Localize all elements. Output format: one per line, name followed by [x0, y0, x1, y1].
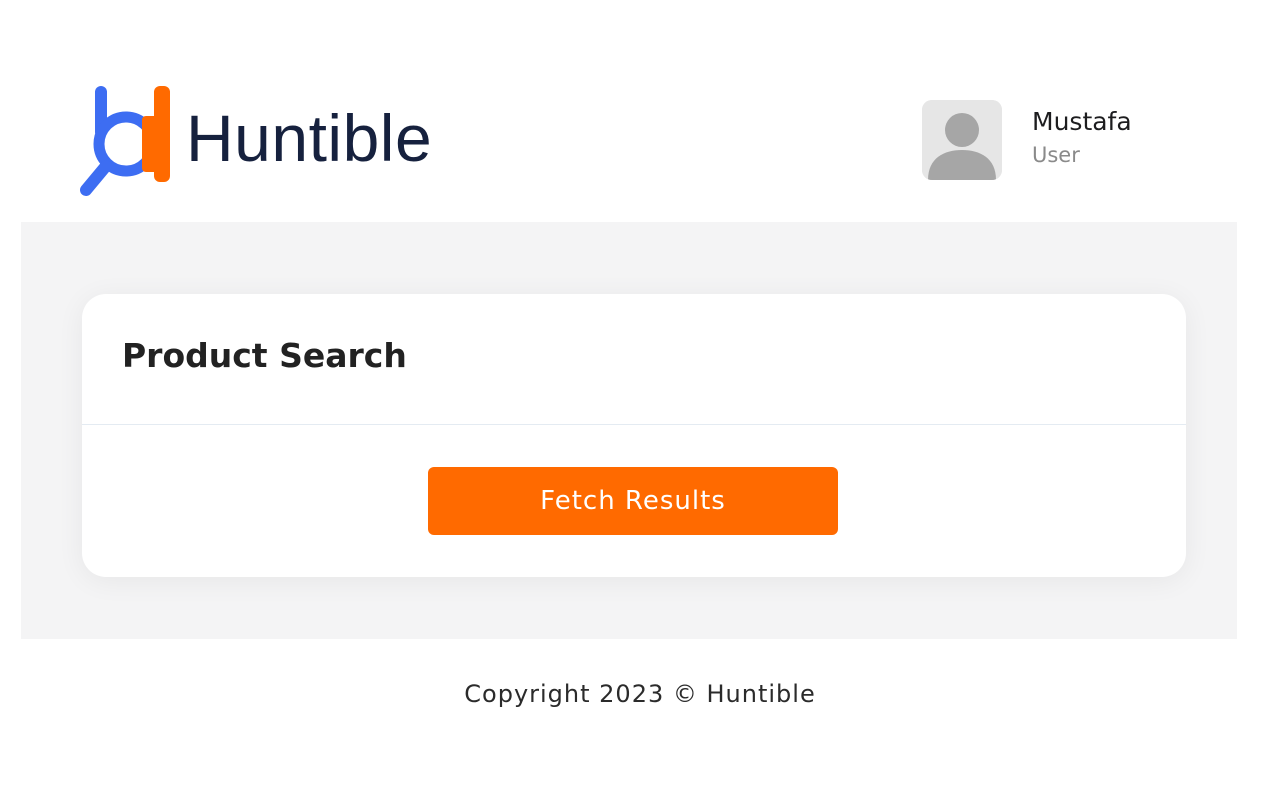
huntible-logo-icon	[80, 86, 170, 196]
divider	[82, 424, 1186, 425]
avatar[interactable]	[922, 100, 1002, 180]
header: Huntible Mustafa User	[0, 0, 1280, 222]
copyright-text: Copyright 2023 © Huntible	[464, 680, 816, 708]
user-avatar-icon	[922, 100, 1002, 180]
product-search-card: Product Search Fetch Results	[82, 294, 1186, 577]
logo-link[interactable]: Huntible	[80, 82, 460, 200]
fetch-results-button[interactable]: Fetch Results	[428, 467, 838, 535]
user-profile[interactable]: Mustafa User	[922, 100, 1182, 182]
main-content: Product Search Fetch Results	[21, 222, 1237, 639]
footer: Copyright 2023 © Huntible	[0, 672, 1280, 716]
card-title: Product Search	[122, 336, 407, 375]
logo-text: Huntible	[186, 101, 433, 175]
user-name: Mustafa	[1032, 107, 1132, 136]
user-role: User	[1032, 143, 1080, 167]
page: Huntible Mustafa User Product Search Fet…	[0, 0, 1280, 800]
